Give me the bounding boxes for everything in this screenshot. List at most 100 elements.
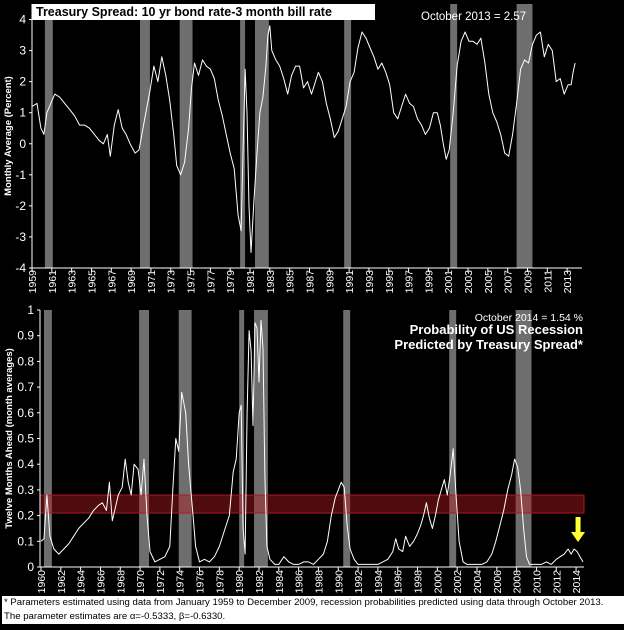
y-tick-label: 1 (27, 303, 34, 317)
chart-1: -4 -3 -2 -1 0 1 2 3 4 1959 1961 1963 1965 1967 1969 197… (3, 4, 582, 293)
x-tick-label: 1978 (214, 570, 226, 594)
x-tick-label: 1984 (274, 570, 286, 594)
y-axis-title: Monthly Average (Percent) (3, 76, 14, 196)
y-tick-label: 0.5 (17, 432, 34, 446)
x-tick-label: 1963 (67, 270, 79, 294)
y-tick-label: 0.7 (17, 380, 34, 394)
x-tick-label: 1969 (126, 270, 138, 294)
footnote: * Parameters estimated using data from J… (2, 596, 624, 624)
x-tick-label: 2013 (562, 270, 574, 294)
x-tick-label: 1986 (294, 570, 306, 594)
y-tick-label: 0.2 (17, 509, 34, 523)
x-tick-label: 1973 (166, 270, 178, 294)
y-tick-label: 0.1 (17, 534, 34, 548)
x-tick-label: 1962 (56, 570, 68, 594)
y-tick-label: -3 (15, 230, 26, 244)
recession-band (178, 310, 192, 567)
y-tick-label: 0.6 (17, 406, 34, 420)
x-tick-label: 1976 (195, 570, 207, 594)
x-tick-label: 1982 (254, 570, 266, 594)
x-tick-label: 2000 (432, 570, 444, 594)
recession-band (254, 4, 269, 268)
x-tick-label: 2009 (522, 270, 534, 294)
recession-band (139, 310, 149, 567)
recession-band (344, 4, 352, 268)
x-tick-label: 1996 (393, 570, 405, 594)
threshold-band (39, 494, 585, 514)
x-tick-label: 2005 (483, 270, 495, 294)
chart-title-line-1: Probability of US Recession (410, 322, 583, 337)
y-tick-label: 0 (19, 137, 26, 151)
x-tick-label: 1977 (205, 270, 217, 294)
x-tick-label: 1980 (234, 570, 246, 594)
x-tick-label: 2007 (503, 270, 515, 294)
charts-canvas: -4 -3 -2 -1 0 1 2 3 4 1959 1961 1963 1965 1967 1969 197… (3, 4, 586, 594)
x-tick-label: 1971 (146, 270, 158, 294)
y-tick-label: -1 (15, 168, 26, 182)
x-tick-label: 1998 (413, 570, 425, 594)
y-tick-label: 4 (19, 13, 26, 27)
x-tick-label: 1968 (115, 570, 127, 594)
recession-band (179, 4, 193, 268)
x-tick-label: 1990 (333, 570, 345, 594)
x-tick-label: 2008 (512, 570, 524, 594)
y-tick-label: 0.9 (17, 329, 34, 343)
x-tick-label: 2004 (472, 570, 484, 594)
x-tick-label: 1961 (47, 270, 59, 294)
x-tick-label: 1999 (423, 270, 435, 294)
recession-band (254, 310, 268, 567)
x-tick-label: 1983 (265, 270, 277, 294)
plot-area (32, 4, 582, 268)
x-tick-label: 2002 (452, 570, 464, 594)
x-tick-label: 1975 (186, 270, 198, 294)
recession-band (516, 4, 533, 268)
x-tick-label: 2011 (542, 270, 554, 293)
x-tick-label: 1985 (285, 270, 297, 294)
y-tick-label: 0.8 (17, 354, 34, 368)
x-tick-label: 1959 (27, 270, 39, 294)
x-tick-label: 1981 (245, 270, 257, 294)
x-tick-label: 2003 (463, 270, 475, 294)
recession-band (343, 310, 351, 567)
x-tick-label: 1965 (86, 270, 98, 294)
x-tick-label: 1966 (95, 570, 107, 594)
chart-title: Treasury Spread: 10 yr bond rate-3 month… (36, 5, 332, 19)
y-tick-label: 1 (19, 106, 26, 120)
recession-band (44, 4, 53, 268)
y-axis-title: Twelve Months Ahead (month averages) (4, 348, 15, 529)
y-tick-label: 2 (19, 75, 26, 89)
x-tick-label: 1967 (106, 270, 118, 294)
x-tick-label: 1993 (364, 270, 376, 294)
x-tick-label: 2010 (531, 570, 543, 594)
footnote-line-1: * Parameters estimated using data from J… (4, 597, 604, 608)
x-tick-label: 2014 (571, 570, 583, 594)
y-tick-label: -2 (15, 199, 26, 213)
x-tick-label: 2006 (492, 570, 504, 594)
x-tick-label: 1970 (135, 570, 147, 594)
x-tick-label: 1989 (324, 270, 336, 294)
x-tick-label: 2012 (551, 570, 563, 594)
footnote-line-2: The parameter estimates are α=-0.5333, β… (4, 611, 226, 622)
x-tick-label: 1960 (36, 570, 48, 594)
x-tick-label: 1972 (155, 570, 167, 594)
recession-band (450, 4, 458, 268)
y-tick-label: 3 (19, 44, 26, 58)
x-tick-label: 1991 (344, 270, 356, 294)
x-tick-label: 1987 (304, 270, 316, 294)
y-tick-label: 0 (27, 560, 34, 574)
x-tick-label: 1994 (373, 570, 385, 594)
y-tick-label: 0.4 (17, 457, 34, 471)
x-tick-label: 2001 (443, 270, 455, 294)
arrow-shaft (575, 517, 581, 533)
x-tick-label: 1995 (384, 270, 396, 294)
x-tick-label: 1997 (404, 270, 416, 294)
chart-annotation: October 2013 = 2.57 (421, 11, 526, 23)
x-tick-label: 1974 (175, 570, 187, 594)
x-tick-label: 1992 (353, 570, 365, 594)
chart-title-line-2: Predicted by Treasury Spread* (394, 337, 584, 352)
y-tick-label: 0.3 (17, 483, 34, 497)
x-tick-label: 1979 (225, 270, 237, 294)
chart-page: -4 -3 -2 -1 0 1 2 3 4 1959 1961 1963 1965 1967 1969 197… (0, 0, 624, 625)
y-tick-label: -4 (15, 261, 26, 275)
chart-2: 0 0.1 0.2 0.3 0.4 0.5 0.6 0.7 0.8 0.9 1 1960 1962 196… (4, 303, 586, 594)
